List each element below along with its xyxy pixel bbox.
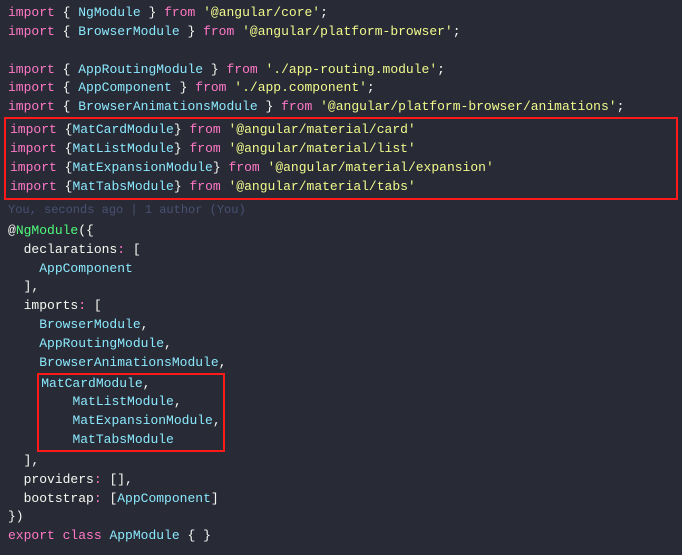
code-line: bootstrap: [AppComponent] <box>8 490 674 509</box>
highlight-box-imports: import {MatCardModule} from '@angular/ma… <box>4 117 678 200</box>
code-line: import { BrowserModule } from '@angular/… <box>8 23 674 42</box>
code-line: declarations: [ <box>8 241 674 260</box>
code-line: imports: [ <box>8 297 674 316</box>
code-editor[interactable]: import { NgModule } from '@angular/core'… <box>8 4 674 546</box>
code-line: BrowserModule, <box>8 316 674 335</box>
code-line: import { NgModule } from '@angular/core'… <box>8 4 674 23</box>
code-line: }) <box>8 508 674 527</box>
code-line: ], <box>8 452 674 471</box>
code-line: import { BrowserAnimationsModule } from … <box>8 98 674 117</box>
code-line: import {MatTabsModule} from '@angular/ma… <box>10 178 672 197</box>
blank-line <box>8 42 674 61</box>
code-line: @NgModule({ <box>8 222 674 241</box>
code-line: BrowserAnimationsModule, <box>8 354 674 373</box>
gitlens-annotation: You, seconds ago | 1 author (You) <box>8 202 674 219</box>
code-line: export class AppModule { } <box>8 527 674 546</box>
code-line: import { AppComponent } from './app.comp… <box>8 79 674 98</box>
code-line: import {MatExpansionModule} from '@angul… <box>10 159 672 178</box>
code-line: providers: [], <box>8 471 674 490</box>
code-line: AppComponent <box>8 260 674 279</box>
code-line: AppRoutingModule, <box>8 335 674 354</box>
code-line: import { AppRoutingModule } from './app-… <box>8 61 674 80</box>
code-line: ], <box>8 278 674 297</box>
code-line: import {MatListModule} from '@angular/ma… <box>10 140 672 159</box>
code-line: import {MatCardModule} from '@angular/ma… <box>10 121 672 140</box>
highlight-box-modules: MatCardModule, MatListModule, MatExpansi… <box>8 373 674 452</box>
